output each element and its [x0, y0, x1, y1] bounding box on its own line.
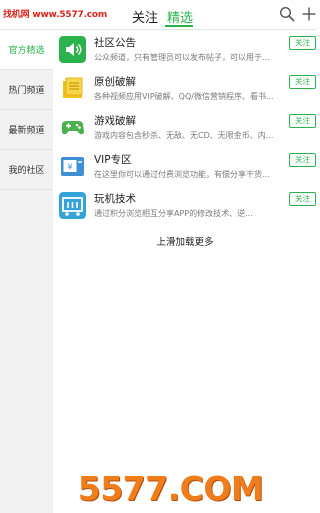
channel-row[interactable]: ¥ VIP专区 在这里你可以通过付费浏览功能，有偿分享干货... 关注 — [53, 147, 317, 186]
channel-row[interactable]: 玩机技术 通过积分浏览相互分享APP的修改技术、逆... 关注 — [53, 186, 317, 225]
channel-title: 原创破解 — [94, 76, 136, 88]
sidebar-item-new-channels[interactable]: 最新频道 — [0, 110, 53, 150]
vip-card-icon: ¥ — [59, 153, 86, 180]
svg-text:¥: ¥ — [67, 163, 72, 172]
channel-row[interactable]: 原创破解 各种视频应用VIP破解、QQ/微信营销程序、看书... 关注 — [53, 69, 317, 108]
channel-list: 社区公告 公众频道，只有管理员可以发布帖子，可以用于... 关注 原创破解 各种… — [53, 30, 317, 225]
follow-button[interactable]: 关注 — [289, 114, 316, 128]
channel-desc: 在这里你可以通过付费浏览功能，有偿分享干货... — [94, 170, 270, 179]
channel-title: 玩机技术 — [94, 193, 136, 205]
channel-row[interactable]: 社区公告 公众频道，只有管理员可以发布帖子，可以用于... 关注 — [53, 30, 317, 69]
tab-featured[interactable]: 精选 — [167, 7, 193, 26]
sidebar-item-my-community[interactable]: 我的社区 — [0, 150, 53, 190]
follow-button[interactable]: 关注 — [289, 36, 316, 50]
follow-button[interactable]: 关注 — [289, 192, 316, 206]
watermark-top: 找机网 www.5577.com — [3, 10, 108, 20]
plus-icon[interactable] — [301, 6, 317, 22]
channel-title: VIP专区 — [94, 154, 132, 166]
sidebar-item-official-picks[interactable]: 官方精选 — [0, 30, 53, 70]
search-icon[interactable] — [279, 6, 295, 22]
phone-tech-icon — [59, 192, 86, 219]
follow-button[interactable]: 关注 — [289, 75, 316, 89]
channel-desc: 游戏内容包含秒杀、无敌、无CD、无限金币、内... — [94, 131, 274, 140]
speaker-icon — [59, 36, 86, 63]
tab-follow[interactable]: 关注 — [132, 7, 158, 26]
coins-icon — [59, 75, 86, 102]
follow-button[interactable]: 关注 — [289, 153, 316, 167]
channel-desc: 公众频道，只有管理员可以发布帖子，可以用于... — [94, 53, 270, 62]
channel-title: 游戏破解 — [94, 115, 136, 127]
channel-desc: 各种视频应用VIP破解、QQ/微信营销程序、看书... — [94, 92, 274, 101]
watermark-logo: 5577.COM — [77, 468, 264, 508]
sidebar: 官方精选 热门频道 最新频道 我的社区 — [0, 30, 53, 513]
gamepad-icon — [59, 114, 86, 141]
channel-row[interactable]: 游戏破解 游戏内容包含秒杀、无敌、无CD、无限金币、内... 关注 — [53, 108, 317, 147]
channel-title: 社区公告 — [94, 37, 136, 49]
load-more-hint[interactable]: 上滑加载更多 — [53, 234, 317, 248]
channel-desc: 通过积分浏览相互分享APP的修改技术、逆... — [94, 209, 253, 218]
sidebar-item-hot-channels[interactable]: 热门频道 — [0, 70, 53, 110]
active-tab-indicator — [165, 25, 193, 27]
